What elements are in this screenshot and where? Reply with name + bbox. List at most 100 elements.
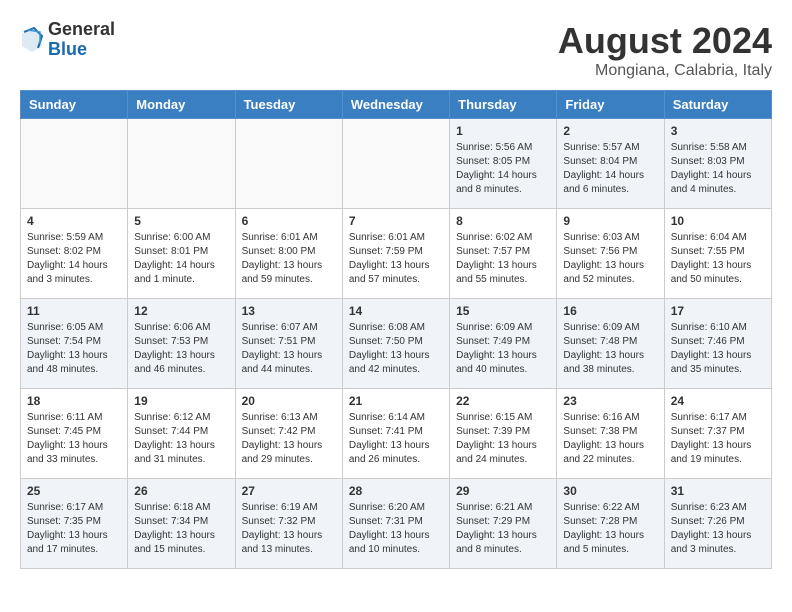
day-number: 10 — [671, 214, 765, 228]
day-info: Sunrise: 6:13 AMSunset: 7:42 PMDaylight:… — [242, 411, 336, 467]
day-info: Sunrise: 5:59 AMSunset: 8:02 PMDaylight:… — [27, 231, 121, 287]
calendar-cell: 24Sunrise: 6:17 AMSunset: 7:37 PMDayligh… — [664, 389, 771, 479]
day-number: 13 — [242, 304, 336, 318]
day-info: Sunrise: 6:15 AMSunset: 7:39 PMDaylight:… — [456, 411, 550, 467]
calendar-cell: 28 Sunrise: 6:20 AMSunset: 7:31 PMDayligh… — [342, 479, 449, 569]
calendar-cell: 20 Sunrise: 6:13 AMSunset: 7:42 PMDayligh… — [235, 389, 342, 479]
day-number: 26 — [134, 484, 228, 498]
day-info: Sunrise: 6:18 AMSunset: 7:34 PMDaylight:… — [134, 501, 228, 557]
calendar-cell: 17 Sunrise: 6:10 AMSunset: 7:46 PMDayligh… — [664, 299, 771, 389]
calendar-cell: 3Sunrise: 5:58 AMSunset: 8:03 PMDaylight… — [664, 119, 771, 209]
day-number: 12 — [134, 304, 228, 318]
day-info: Sunrise: 6:05 AMSunset: 7:54 PMDaylight:… — [27, 321, 121, 377]
calendar-cell: 7Sunrise: 6:01 AMSunset: 7:59 PMDaylight… — [342, 209, 449, 299]
calendar-cell — [128, 119, 235, 209]
calendar-body: 1Sunrise: 5:56 AMSunset: 8:05 PMDaylight… — [21, 119, 772, 569]
day-number: 17 — [671, 304, 765, 318]
calendar-cell — [21, 119, 128, 209]
day-info: Sunrise: 6:10 AMSunset: 7:46 PMDaylight:… — [671, 321, 765, 377]
day-info: Sunrise: 6:11 AMSunset: 7:45 PMDaylight:… — [27, 411, 121, 467]
day-number: 20 — [242, 394, 336, 408]
calendar-cell: 23Sunrise: 6:16 AMSunset: 7:38 PMDayligh… — [557, 389, 664, 479]
calendar-cell: 15 Sunrise: 6:09 AMSunset: 7:49 PMDayligh… — [450, 299, 557, 389]
day-number: 4 — [27, 214, 121, 228]
calendar-cell: 5 Sunrise: 6:00 AMSunset: 8:01 PMDaylight… — [128, 209, 235, 299]
calendar-cell: 26 Sunrise: 6:18 AMSunset: 7:34 PMDayligh… — [128, 479, 235, 569]
calendar-cell: 6Sunrise: 6:01 AMSunset: 8:00 PMDaylight… — [235, 209, 342, 299]
day-number: 7 — [349, 214, 443, 228]
calendar-cell: 8Sunrise: 6:02 AMSunset: 7:57 PMDaylight… — [450, 209, 557, 299]
day-info: Sunrise: 6:07 AMSunset: 7:51 PMDaylight:… — [242, 321, 336, 377]
day-info: Sunrise: 6:09 AMSunset: 7:48 PMDaylight:… — [563, 321, 657, 377]
day-info: Sunrise: 6:22 AMSunset: 7:28 PMDaylight:… — [563, 501, 657, 557]
day-number: 9 — [563, 214, 657, 228]
calendar-cell — [342, 119, 449, 209]
day-info: Sunrise: 6:20 AMSunset: 7:31 PMDaylight:… — [349, 501, 443, 557]
page-header: General Blue August 2024 Mongiana, Calab… — [20, 20, 772, 80]
day-info: Sunrise: 6:23 AMSunset: 7:26 PMDaylight:… — [671, 501, 765, 557]
day-info: Sunrise: 6:19 AMSunset: 7:32 PMDaylight:… — [242, 501, 336, 557]
calendar-cell: 11 Sunrise: 6:05 AMSunset: 7:54 PMDayligh… — [21, 299, 128, 389]
day-number: 22 — [456, 394, 550, 408]
col-monday: Monday — [128, 91, 235, 119]
calendar-cell: 16Sunrise: 6:09 AMSunset: 7:48 PMDayligh… — [557, 299, 664, 389]
calendar-week-3: 11 Sunrise: 6:05 AMSunset: 7:54 PMDayligh… — [21, 299, 772, 389]
logo-general: General — [48, 20, 115, 40]
day-info: Sunrise: 5:56 AMSunset: 8:05 PMDaylight:… — [456, 141, 550, 197]
day-info: Sunrise: 6:01 AMSunset: 8:00 PMDaylight:… — [242, 231, 336, 287]
day-number: 28 — [349, 484, 443, 498]
day-info: Sunrise: 6:09 AMSunset: 7:49 PMDaylight:… — [456, 321, 550, 377]
calendar-cell: 2 Sunrise: 5:57 AMSunset: 8:04 PMDaylight… — [557, 119, 664, 209]
logo: General Blue — [20, 20, 115, 60]
calendar-cell: 19 Sunrise: 6:12 AMSunset: 7:44 PMDayligh… — [128, 389, 235, 479]
weekday-row: Sunday Monday Tuesday Wednesday Thursday… — [21, 91, 772, 119]
day-number: 25 — [27, 484, 121, 498]
col-sunday: Sunday — [21, 91, 128, 119]
calendar-cell: 1Sunrise: 5:56 AMSunset: 8:05 PMDaylight… — [450, 119, 557, 209]
logo-blue: Blue — [48, 40, 115, 60]
location: Mongiana, Calabria, Italy — [558, 62, 772, 80]
day-info: Sunrise: 6:04 AMSunset: 7:55 PMDaylight:… — [671, 231, 765, 287]
calendar-cell: 22 Sunrise: 6:15 AMSunset: 7:39 PMDayligh… — [450, 389, 557, 479]
day-number: 14 — [349, 304, 443, 318]
day-number: 5 — [134, 214, 228, 228]
day-number: 30 — [563, 484, 657, 498]
logo-text: General Blue — [48, 20, 115, 60]
day-number: 29 — [456, 484, 550, 498]
calendar-week-5: 25 Sunrise: 6:17 AMSunset: 7:35 PMDayligh… — [21, 479, 772, 569]
month-title: August 2024 — [558, 20, 772, 62]
day-number: 15 — [456, 304, 550, 318]
calendar-header: Sunday Monday Tuesday Wednesday Thursday… — [21, 91, 772, 119]
day-number: 2 — [563, 124, 657, 138]
day-info: Sunrise: 6:17 AMSunset: 7:37 PMDaylight:… — [671, 411, 765, 467]
calendar-cell: 29 Sunrise: 6:21 AMSunset: 7:29 PMDayligh… — [450, 479, 557, 569]
day-info: Sunrise: 6:02 AMSunset: 7:57 PMDaylight:… — [456, 231, 550, 287]
day-info: Sunrise: 5:57 AMSunset: 8:04 PMDaylight:… — [563, 141, 657, 197]
calendar-cell: 30 Sunrise: 6:22 AMSunset: 7:28 PMDayligh… — [557, 479, 664, 569]
calendar-cell: 12 Sunrise: 6:06 AMSunset: 7:53 PMDayligh… — [128, 299, 235, 389]
calendar-week-4: 18 Sunrise: 6:11 AMSunset: 7:45 PMDayligh… — [21, 389, 772, 479]
day-info: Sunrise: 6:17 AMSunset: 7:35 PMDaylight:… — [27, 501, 121, 557]
day-info: Sunrise: 6:03 AMSunset: 7:56 PMDaylight:… — [563, 231, 657, 287]
col-wednesday: Wednesday — [342, 91, 449, 119]
calendar-cell: 9 Sunrise: 6:03 AMSunset: 7:56 PMDaylight… — [557, 209, 664, 299]
calendar-cell: 21Sunrise: 6:14 AMSunset: 7:41 PMDayligh… — [342, 389, 449, 479]
day-number: 11 — [27, 304, 121, 318]
calendar-week-2: 4 Sunrise: 5:59 AMSunset: 8:02 PMDaylight… — [21, 209, 772, 299]
calendar-cell: 27Sunrise: 6:19 AMSunset: 7:32 PMDayligh… — [235, 479, 342, 569]
calendar-cell: 14Sunrise: 6:08 AMSunset: 7:50 PMDayligh… — [342, 299, 449, 389]
col-friday: Friday — [557, 91, 664, 119]
calendar-cell: 31Sunrise: 6:23 AMSunset: 7:26 PMDayligh… — [664, 479, 771, 569]
day-number: 19 — [134, 394, 228, 408]
calendar-cell: 4 Sunrise: 5:59 AMSunset: 8:02 PMDaylight… — [21, 209, 128, 299]
day-number: 21 — [349, 394, 443, 408]
title-block: August 2024 Mongiana, Calabria, Italy — [558, 20, 772, 80]
calendar-table: Sunday Monday Tuesday Wednesday Thursday… — [20, 90, 772, 569]
day-number: 18 — [27, 394, 121, 408]
day-info: Sunrise: 6:12 AMSunset: 7:44 PMDaylight:… — [134, 411, 228, 467]
calendar-week-1: 1Sunrise: 5:56 AMSunset: 8:05 PMDaylight… — [21, 119, 772, 209]
day-info: Sunrise: 6:06 AMSunset: 7:53 PMDaylight:… — [134, 321, 228, 377]
day-info: Sunrise: 6:00 AMSunset: 8:01 PMDaylight:… — [134, 231, 228, 287]
day-info: Sunrise: 6:21 AMSunset: 7:29 PMDaylight:… — [456, 501, 550, 557]
col-thursday: Thursday — [450, 91, 557, 119]
